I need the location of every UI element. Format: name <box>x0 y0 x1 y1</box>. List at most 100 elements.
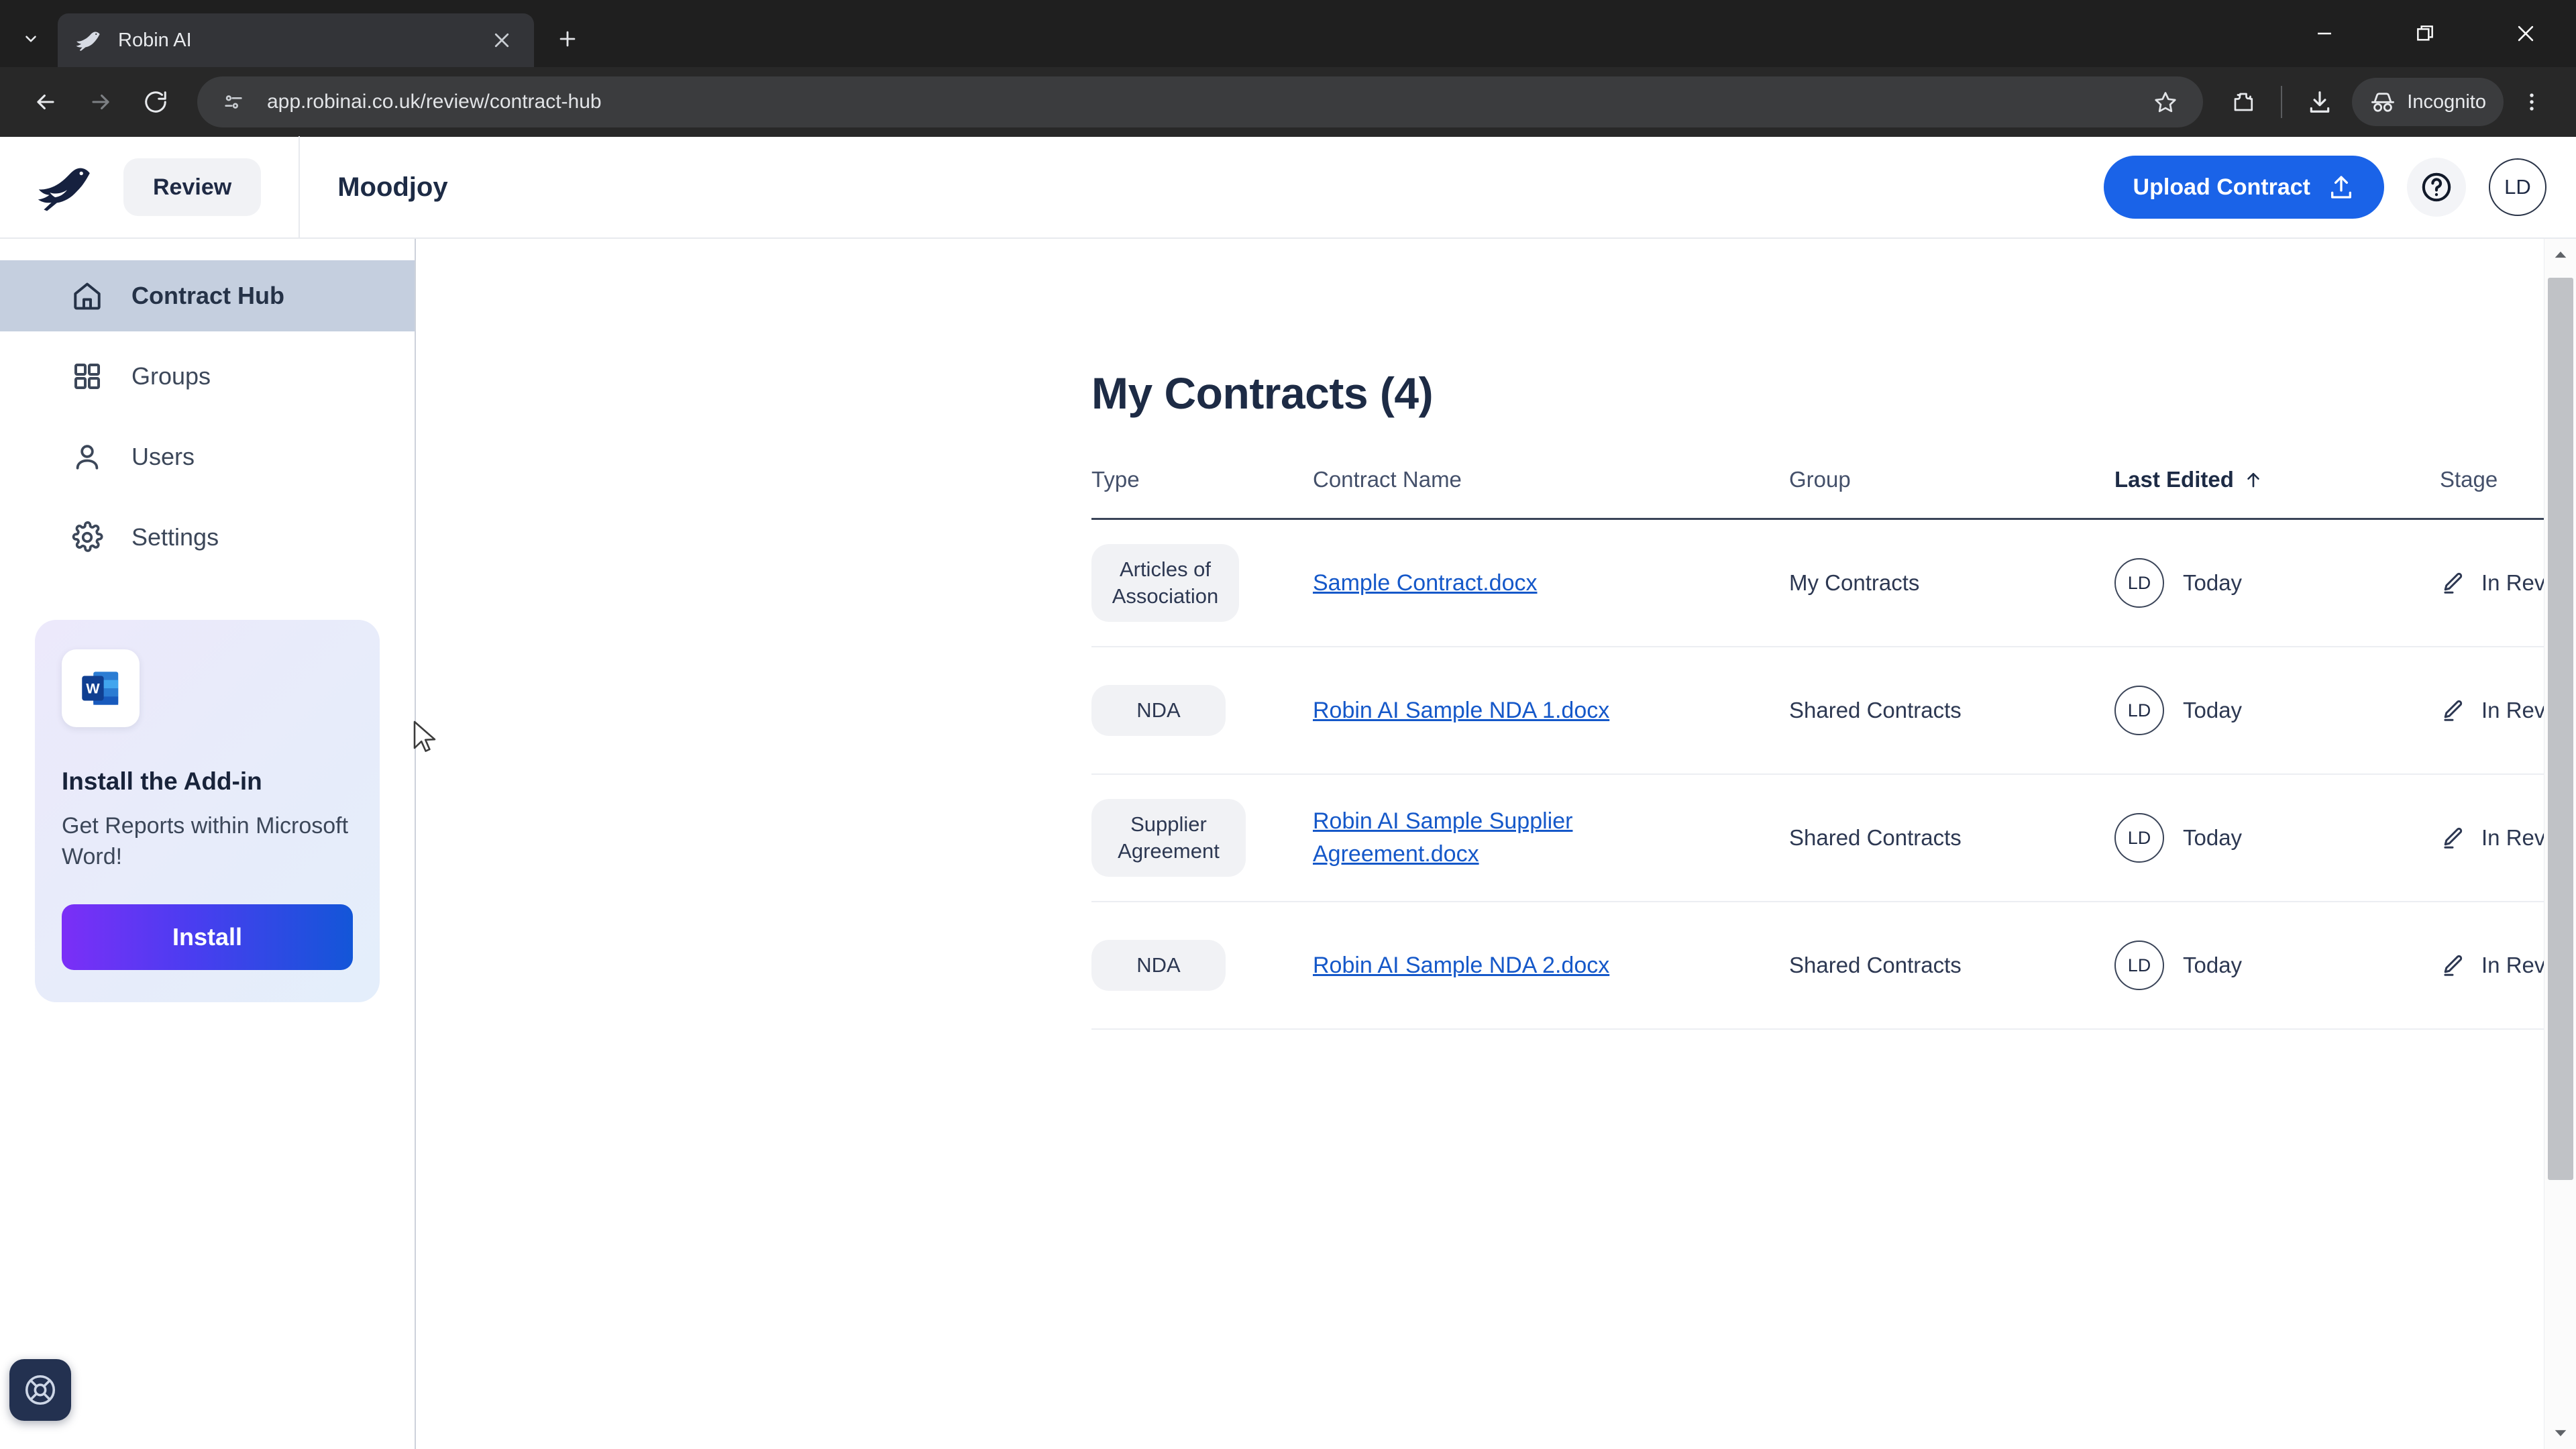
contract-group: My Contracts <box>1789 570 1920 595</box>
triangle-up-icon <box>2555 252 2566 258</box>
robin-bird-logo[interactable] <box>32 162 97 213</box>
browser-menu-button[interactable] <box>2508 78 2556 126</box>
addin-promo-card: W Install the Add-in Get Reports within … <box>35 620 380 1003</box>
reload-icon <box>145 91 166 113</box>
maximize-button[interactable] <box>2375 0 2475 67</box>
tab-close-button[interactable] <box>486 24 518 56</box>
upload-contract-button[interactable]: Upload Contract <box>2103 156 2384 219</box>
browser-window: Robin AI app.robinai.co.uk/review/contra… <box>0 0 2576 1449</box>
organisation-name: Moodjoy <box>337 172 448 202</box>
review-button[interactable]: Review <box>123 158 262 216</box>
downloads-button[interactable] <box>2296 78 2344 126</box>
plus-icon <box>559 31 576 47</box>
download-icon <box>2310 91 2330 113</box>
main-content: My Contracts (4) Type Contract Name Grou… <box>416 239 2576 1449</box>
browser-toolbar: app.robinai.co.uk/review/contract-hub In… <box>0 67 2576 137</box>
sidebar-item-label: Users <box>131 443 195 470</box>
user-avatar[interactable]: LD <box>2489 158 2546 216</box>
arrow-up-icon <box>2247 472 2259 488</box>
column-header-group[interactable]: Group <box>1789 467 2114 492</box>
page-info-icon[interactable] <box>215 83 252 121</box>
restore-icon <box>2417 25 2433 41</box>
web-page: Review Moodjoy Upload Contract LD Contra… <box>0 136 2576 1449</box>
triangle-down-icon <box>2555 1430 2566 1436</box>
star-icon <box>2155 92 2176 113</box>
contract-name-link[interactable]: Sample Contract.docx <box>1313 567 1538 600</box>
upload-contract-label: Upload Contract <box>2133 174 2310 200</box>
tab-title: Robin AI <box>118 29 192 51</box>
sidebar-item-contract-hub[interactable]: Contract Hub <box>0 260 415 331</box>
minimize-button[interactable] <box>2274 0 2375 67</box>
gear-icon <box>70 520 105 555</box>
sidebar-item-settings[interactable]: Settings <box>0 502 415 573</box>
url-text[interactable]: app.robinai.co.uk/review/contract-hub <box>267 91 2145 113</box>
scroll-down-button[interactable] <box>2554 1417 2567 1449</box>
table-row[interactable]: Supplier Agreement Robin AI Sample Suppl… <box>1091 775 2576 902</box>
grid-squares-icon <box>70 359 105 394</box>
sidebar-item-users[interactable]: Users <box>0 421 415 492</box>
column-header-type[interactable]: Type <box>1091 467 1313 492</box>
scrollbar-track[interactable] <box>2544 271 2576 1417</box>
sidebar-item-label: Settings <box>131 523 219 551</box>
scrollbar-thumb[interactable] <box>2547 278 2573 1180</box>
scroll-up-button[interactable] <box>2554 239 2567 271</box>
question-circle-icon <box>2422 172 2451 202</box>
close-window-button[interactable] <box>2475 0 2576 67</box>
tab-search-button[interactable] <box>8 16 54 62</box>
contract-type-badge: NDA <box>1091 940 1226 991</box>
arrow-left-icon <box>37 94 54 110</box>
new-tab-button[interactable] <box>546 17 589 60</box>
extensions-puzzle-icon <box>2234 93 2253 111</box>
app-header: Review Moodjoy Upload Contract LD <box>0 136 2576 239</box>
support-button[interactable] <box>9 1359 71 1421</box>
promo-title: Install the Add-in <box>62 767 262 795</box>
back-button[interactable] <box>20 76 71 127</box>
contract-group: Shared Contracts <box>1789 825 1962 850</box>
sidebar-item-label: Groups <box>131 362 211 390</box>
last-edited-value: Today <box>2183 953 2243 977</box>
editor-avatar: LD <box>2114 813 2164 863</box>
browser-tab[interactable]: Robin AI <box>58 13 534 67</box>
contract-name-link[interactable]: Robin AI Sample NDA 1.docx <box>1313 694 1609 727</box>
svg-text:W: W <box>86 680 100 697</box>
toolbar-divider <box>2281 86 2283 118</box>
contract-name-link[interactable]: Robin AI Sample NDA 2.docx <box>1313 949 1609 982</box>
robin-bird-icon <box>74 25 103 55</box>
reload-button[interactable] <box>130 76 181 127</box>
person-icon <box>70 439 105 474</box>
sidebar-item-groups[interactable]: Groups <box>0 341 415 412</box>
incognito-indicator[interactable]: Incognito <box>2352 78 2504 126</box>
arrow-right-icon <box>92 94 109 110</box>
promo-subtitle: Get Reports within Microsoft Word! <box>62 813 349 870</box>
table-row[interactable]: NDA Robin AI Sample NDA 1.docx Shared Co… <box>1091 647 2576 775</box>
last-edited-value: Today <box>2183 825 2243 850</box>
window-controls <box>2274 0 2576 67</box>
lifebuoy-icon <box>25 1375 56 1405</box>
contract-name-link[interactable]: Robin AI Sample Supplier Agreement.docx <box>1313 805 1628 871</box>
close-icon <box>494 33 509 48</box>
pencil-icon <box>2444 572 2463 594</box>
close-icon <box>2518 25 2534 42</box>
column-header-last-edited-label: Last Edited <box>2114 467 2234 492</box>
help-button[interactable] <box>2407 158 2466 217</box>
address-bar[interactable]: app.robinai.co.uk/review/contract-hub <box>197 76 2204 127</box>
contract-type-badge: Supplier Agreement <box>1091 799 1246 877</box>
contract-group: Shared Contracts <box>1789 953 1962 977</box>
incognito-hat-icon <box>2371 93 2395 112</box>
last-edited-value: Today <box>2183 698 2243 722</box>
page-scrollbar[interactable] <box>2544 239 2576 1449</box>
table-row[interactable]: Articles of Association Sample Contract.… <box>1091 520 2576 647</box>
table-row[interactable]: NDA Robin AI Sample NDA 2.docx Shared Co… <box>1091 902 2576 1030</box>
pencil-icon <box>2444 827 2463 849</box>
column-header-contract-name[interactable]: Contract Name <box>1313 467 1789 492</box>
install-addin-button[interactable]: Install <box>62 904 353 971</box>
forward-button[interactable] <box>75 76 126 127</box>
incognito-label: Incognito <box>2407 91 2486 113</box>
microsoft-word-icon: W <box>62 649 140 727</box>
minimize-icon <box>2318 32 2331 35</box>
header-divider <box>299 136 301 238</box>
bookmark-button[interactable] <box>2145 82 2186 122</box>
extensions-button[interactable] <box>2219 78 2267 126</box>
contracts-table: Type Contract Name Group Last Edited Sta… <box>1091 467 2576 1030</box>
column-header-last-edited[interactable]: Last Edited <box>2114 467 2440 492</box>
